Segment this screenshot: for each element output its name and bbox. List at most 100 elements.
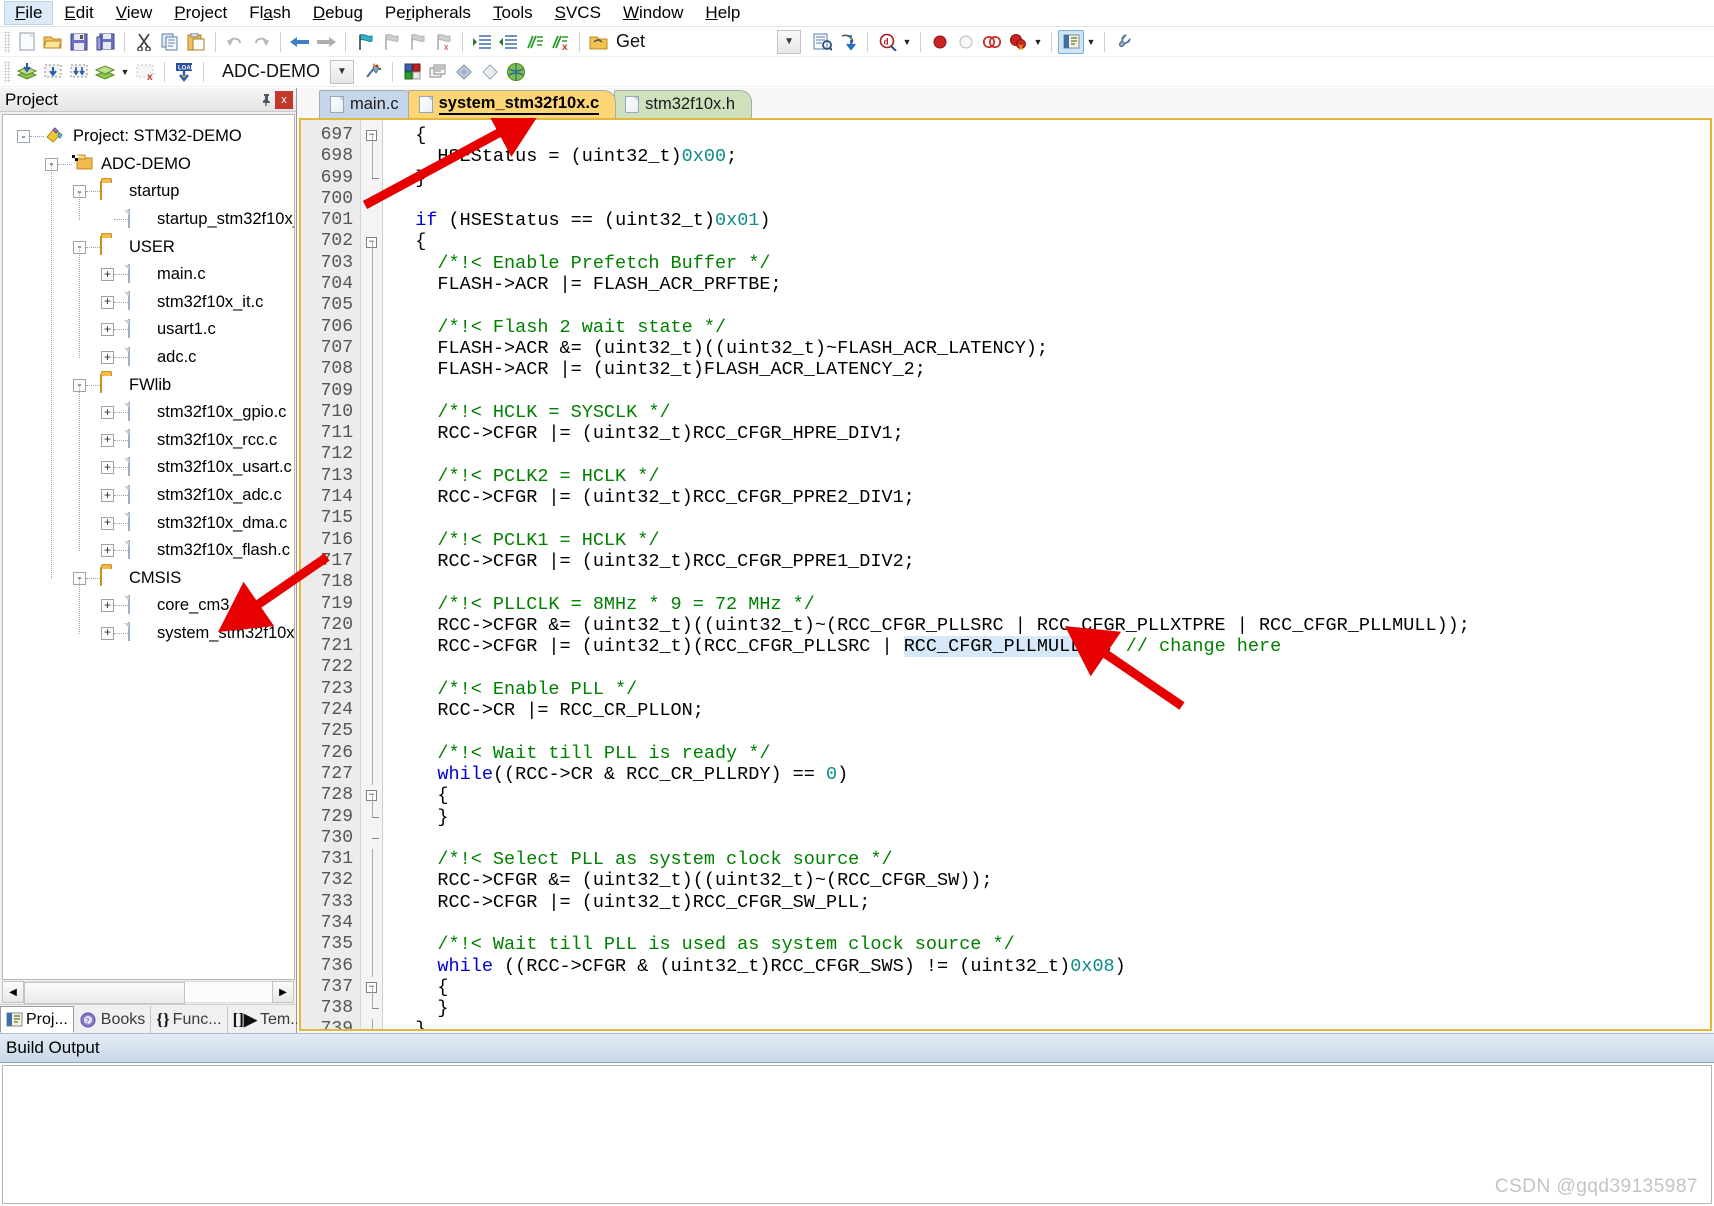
collapse-icon[interactable]: -: [17, 130, 30, 144]
batch-build-icon[interactable]: [92, 60, 118, 84]
fold-collapse-icon[interactable]: –: [361, 125, 382, 147]
code-line[interactable]: /*!< Wait till PLL is ready */: [383, 743, 1710, 764]
code-text-area[interactable]: { HSEStatus = (uint32_t)0x00; } if (HSES…: [383, 120, 1710, 1029]
code-line[interactable]: RCC->CFGR |= (uint32_t)RCC_CFGR_HPRE_DIV…: [383, 423, 1710, 444]
code-line[interactable]: }: [383, 1019, 1710, 1029]
tree-item[interactable]: - FWlib: [3, 371, 294, 399]
code-line[interactable]: RCC->CFGR |= (uint32_t)RCC_CFGR_SW_PLL;: [383, 892, 1710, 913]
breakpoint-insert-icon[interactable]: [927, 30, 953, 54]
code-line[interactable]: /*!< HCLK = SYSCLK */: [383, 402, 1710, 423]
code-editor[interactable]: 697 698 699 700 701 702 703 704 705 706 707 708 709 7…: [299, 118, 1712, 1031]
tree-item[interactable]: + usart1.c: [3, 316, 294, 344]
tree-item[interactable]: - CMSIS: [3, 565, 294, 593]
code-line[interactable]: RCC->CR |= RCC_CR_PLLON;: [383, 700, 1710, 721]
code-folding-bar[interactable]: – – – –: [361, 120, 383, 1029]
code-line[interactable]: /*!< Wait till PLL is used as system clo…: [383, 934, 1710, 955]
build-output-panel[interactable]: [2, 1065, 1712, 1204]
expand-icon[interactable]: +: [101, 626, 114, 640]
code-line[interactable]: RCC->CFGR |= (uint32_t)(RCC_CFGR_PLLSRC …: [383, 636, 1710, 658]
expand-icon[interactable]: +: [101, 406, 114, 420]
tree-item[interactable]: + stm32f10x_it.c: [3, 289, 294, 317]
project-tree-container[interactable]: - Project: STM32-DEMO - ADC-DEMO - startup sta…: [2, 114, 295, 980]
breakpoint-disable-all-icon[interactable]: [979, 30, 1005, 54]
code-line[interactable]: [383, 828, 1710, 849]
configure-icon[interactable]: [1111, 30, 1137, 54]
menu-tools[interactable]: Tools: [482, 1, 544, 25]
target-options-icon[interactable]: [360, 60, 386, 84]
tree-item[interactable]: - ADC-DEMO: [3, 151, 294, 179]
target-selector[interactable]: ADC-DEMO ▼: [216, 59, 354, 84]
find-in-files-icon[interactable]: [809, 30, 835, 54]
expand-icon[interactable]: +: [101, 516, 114, 530]
code-line[interactable]: {: [383, 785, 1710, 806]
tab-functions[interactable]: {} Func...: [151, 1006, 228, 1033]
expand-icon[interactable]: +: [101, 433, 114, 447]
expand-icon[interactable]: +: [101, 489, 114, 503]
chevron-down-icon[interactable]: ▼: [118, 60, 132, 84]
code-line[interactable]: [383, 508, 1710, 529]
code-line[interactable]: [383, 721, 1710, 742]
translate-icon[interactable]: [14, 60, 40, 84]
code-line[interactable]: RCC->CFGR &= (uint32_t)((uint32_t)~(RCC_…: [383, 870, 1710, 891]
build-icon[interactable]: [40, 60, 66, 84]
tab-project[interactable]: Proj...: [0, 1006, 74, 1033]
scroll-left-icon[interactable]: ◀: [2, 981, 24, 1003]
code-line[interactable]: [383, 295, 1710, 316]
code-line[interactable]: while ((RCC->CFGR & (uint32_t)RCC_CFGR_S…: [383, 956, 1710, 977]
code-line[interactable]: {: [383, 977, 1710, 998]
chevron-down-icon[interactable]: ▼: [330, 59, 354, 84]
breakpoint-kill-all-icon[interactable]: x: [1005, 30, 1031, 54]
code-line[interactable]: /*!< Flash 2 wait state */: [383, 317, 1710, 338]
code-line[interactable]: /*!< PLLCLK = 8MHz * 9 = 72 MHz */: [383, 594, 1710, 615]
code-line[interactable]: FLASH->ACR &= (uint32_t)((uint32_t)~FLAS…: [383, 338, 1710, 359]
tree-item[interactable]: - USER: [3, 233, 294, 261]
menu-peripherals[interactable]: Peripherals: [374, 1, 482, 25]
code-line[interactable]: /*!< Enable PLL */: [383, 679, 1710, 700]
document-tab-stm32f10x-h[interactable]: stm32f10x.h: [614, 90, 753, 118]
menu-window[interactable]: Window: [612, 1, 694, 25]
tree-item[interactable]: startup_stm32f10x_h: [3, 206, 294, 234]
tree-item[interactable]: + stm32f10x_usart.c: [3, 454, 294, 482]
fold-collapse-icon[interactable]: –: [361, 977, 382, 999]
tree-item[interactable]: + system_stm32f10x.c: [3, 620, 294, 648]
project-tree-hscrollbar[interactable]: ◀ ▶: [2, 980, 294, 1004]
tree-item[interactable]: - Project: STM32-DEMO: [3, 123, 294, 151]
outdent-icon[interactable]: [495, 30, 521, 54]
document-tab-system-stm32f10x-c[interactable]: system_stm32f10x.c: [407, 90, 617, 118]
hscroll-thumb[interactable]: [24, 982, 186, 1004]
code-line[interactable]: [383, 381, 1710, 402]
code-line[interactable]: [383, 444, 1710, 465]
source-browse-icon[interactable]: [451, 60, 477, 84]
get-icon[interactable]: [586, 30, 612, 54]
new-file-icon[interactable]: [14, 30, 40, 54]
expand-icon[interactable]: +: [101, 295, 114, 309]
code-line[interactable]: /*!< Select PLL as system clock source *…: [383, 849, 1710, 870]
expand-icon[interactable]: +: [101, 351, 114, 365]
tree-item[interactable]: + stm32f10x_adc.c: [3, 482, 294, 510]
toolbar-grip[interactable]: [4, 60, 11, 83]
open-file-icon[interactable]: [40, 30, 66, 54]
paste-icon[interactable]: [183, 30, 209, 54]
breakpoint-disable-icon[interactable]: [953, 30, 979, 54]
chevron-down-icon[interactable]: ▼: [1084, 30, 1098, 54]
code-line[interactable]: [383, 913, 1710, 934]
close-icon[interactable]: x: [275, 90, 293, 109]
indent-icon[interactable]: [469, 30, 495, 54]
menu-project[interactable]: Project: [163, 1, 238, 25]
pin-icon[interactable]: [257, 91, 275, 109]
scroll-right-icon[interactable]: ▶: [272, 981, 294, 1003]
toolbar-grip[interactable]: [4, 30, 11, 53]
tree-item[interactable]: + stm32f10x_rcc.c: [3, 427, 294, 455]
expand-icon[interactable]: +: [101, 461, 114, 475]
tree-item[interactable]: + stm32f10x_gpio.c: [3, 399, 294, 427]
code-line[interactable]: FLASH->ACR |= (uint32_t)FLASH_ACR_LATENC…: [383, 359, 1710, 380]
chevron-down-icon[interactable]: ▼: [1031, 30, 1045, 54]
code-line[interactable]: {: [383, 125, 1710, 146]
menu-edit[interactable]: Edit: [53, 1, 104, 25]
comment-icon[interactable]: [521, 30, 547, 54]
chevron-down-icon[interactable]: ▼: [900, 30, 914, 54]
code-line[interactable]: HSEStatus = (uint32_t)0x00;: [383, 146, 1710, 167]
code-line[interactable]: /*!< Enable Prefetch Buffer */: [383, 253, 1710, 274]
menu-view[interactable]: View: [105, 1, 164, 25]
code-line[interactable]: FLASH->ACR |= FLASH_ACR_PRFTBE;: [383, 274, 1710, 295]
